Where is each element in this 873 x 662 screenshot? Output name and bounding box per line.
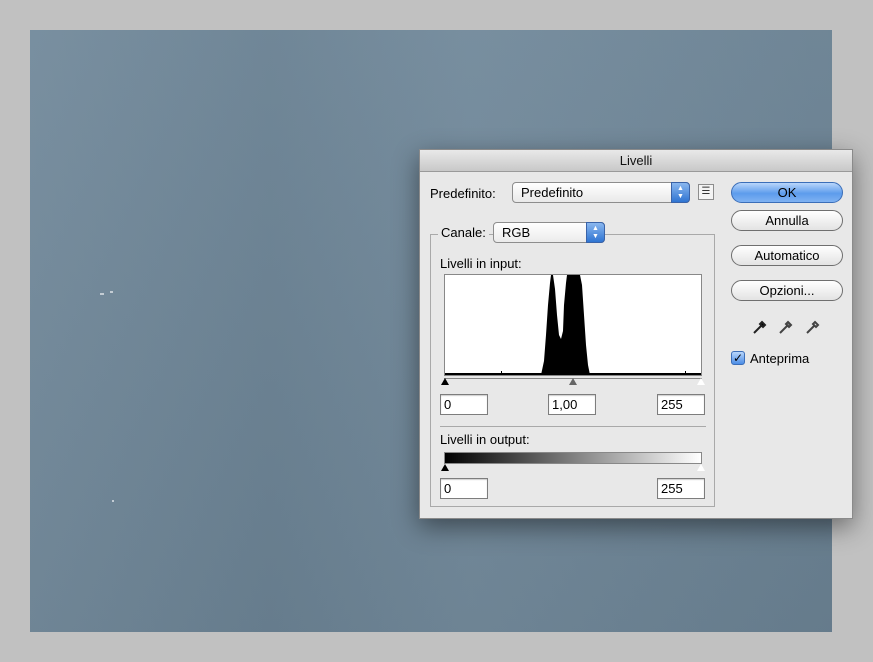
cancel-button[interactable]: Annulla	[731, 210, 843, 231]
select-arrows-icon: ▲ ▼	[671, 182, 690, 203]
levels-dialog: Livelli Predefinito: Predefinito ▲ ▼ ☰ Ca…	[419, 149, 853, 519]
input-gamma-slider[interactable]	[569, 378, 577, 385]
channel-label: Canale:	[438, 225, 489, 240]
white-eyedropper-icon[interactable]	[804, 318, 822, 336]
divider	[440, 426, 706, 427]
preset-options-icon[interactable]: ☰	[698, 184, 714, 200]
histogram	[444, 274, 702, 376]
dialog-title[interactable]: Livelli	[420, 150, 852, 172]
canvas-speck	[110, 291, 113, 293]
select-arrows-icon: ▲ ▼	[586, 222, 605, 243]
input-black-field[interactable]: 0	[440, 394, 488, 415]
preset-label: Predefinito:	[430, 186, 496, 201]
ok-button[interactable]: OK	[731, 182, 843, 203]
input-white-field[interactable]: 255	[657, 394, 705, 415]
output-white-slider[interactable]	[696, 463, 706, 472]
histogram-blip	[685, 371, 686, 374]
histogram-baseline	[445, 373, 701, 375]
histogram-peaks	[541, 275, 590, 375]
auto-button[interactable]: Automatico	[731, 245, 843, 266]
histogram-graph	[445, 275, 701, 375]
channel-select-value: RGB	[502, 225, 531, 240]
options-button[interactable]: Opzioni...	[731, 280, 843, 301]
input-black-slider[interactable]	[441, 378, 449, 385]
preview-checkbox[interactable]: ✓	[731, 351, 745, 365]
output-black-field[interactable]: 0	[440, 478, 488, 499]
histogram-blip	[501, 371, 502, 374]
preview-label[interactable]: Anteprima	[750, 351, 809, 366]
output-black-slider[interactable]	[441, 464, 449, 471]
black-eyedropper-icon[interactable]	[751, 318, 769, 336]
preset-select-value: Predefinito	[521, 185, 584, 200]
input-gamma-field[interactable]: 1,00	[548, 394, 596, 415]
output-white-field[interactable]: 255	[657, 478, 705, 499]
output-gradient-bar	[444, 452, 702, 464]
input-levels-label: Livelli in input:	[440, 256, 522, 271]
input-white-slider[interactable]	[696, 377, 706, 386]
output-levels-label: Livelli in output:	[440, 432, 530, 447]
gray-eyedropper-icon[interactable]	[777, 318, 795, 336]
preset-select[interactable]: Predefinito ▲ ▼	[512, 182, 690, 203]
channel-select[interactable]: RGB ▲ ▼	[493, 222, 605, 243]
canvas-speck	[100, 293, 104, 295]
canvas-speck	[112, 500, 114, 502]
